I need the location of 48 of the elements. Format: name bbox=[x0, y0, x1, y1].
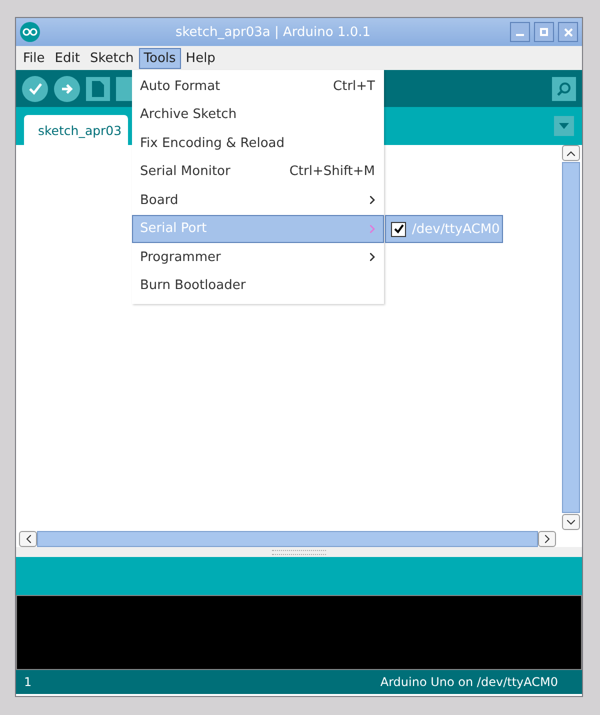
scroll-down-button[interactable] bbox=[562, 514, 580, 530]
sketch-tab[interactable]: sketch_apr03 bbox=[24, 115, 128, 145]
chevron-up-icon bbox=[567, 150, 575, 156]
chevron-left-icon bbox=[26, 534, 30, 542]
window-title: sketch_apr03a | Arduino 1.0.1 bbox=[174, 24, 372, 40]
splitter-grip[interactable] bbox=[272, 550, 326, 554]
menu-entry[interactable]: Board bbox=[132, 186, 384, 214]
verify-button[interactable] bbox=[22, 76, 48, 102]
chevron-right-icon bbox=[370, 224, 375, 233]
board-status: Arduino Uno on /dev/ttyACM0 bbox=[380, 675, 558, 689]
chevron-down-icon bbox=[567, 520, 575, 524]
maximize-icon bbox=[540, 28, 548, 36]
tab-menu-button[interactable] bbox=[554, 116, 574, 136]
menu-item[interactable]: Sketch bbox=[84, 48, 139, 68]
shortcut-label: Ctrl+Shift+M bbox=[289, 164, 375, 180]
menu-item[interactable]: File bbox=[18, 48, 50, 68]
menu-item[interactable]: Help bbox=[180, 48, 220, 68]
menu-entry[interactable]: Burn Bootloader bbox=[132, 272, 384, 300]
magnifier-icon bbox=[556, 80, 572, 96]
maximize-button[interactable] bbox=[534, 22, 554, 42]
caret-down-icon bbox=[559, 123, 569, 129]
menu-entry[interactable]: Programmer bbox=[132, 243, 384, 272]
line-number: 1 bbox=[24, 675, 32, 689]
serial-monitor-button[interactable] bbox=[552, 76, 576, 100]
scroll-right-button[interactable] bbox=[538, 530, 556, 546]
menu-entry[interactable]: Archive Sketch bbox=[132, 100, 384, 129]
chevron-right-icon bbox=[370, 196, 375, 204]
upload-button[interactable] bbox=[54, 76, 80, 102]
scroll-left-button[interactable] bbox=[19, 530, 37, 546]
close-icon bbox=[564, 28, 572, 36]
new-button[interactable] bbox=[86, 76, 110, 100]
menu-item[interactable]: Edit bbox=[50, 48, 85, 68]
app-logo-icon bbox=[20, 22, 40, 42]
arrow-right-icon bbox=[60, 82, 74, 96]
menu-entry[interactable]: Serial Monitor Ctrl+Shift+M bbox=[132, 158, 384, 186]
document-icon bbox=[92, 80, 104, 96]
checkbox[interactable] bbox=[391, 222, 406, 236]
menu-entry[interactable]: Fix Encoding & Reload bbox=[132, 129, 384, 158]
chevron-right-icon bbox=[370, 253, 375, 262]
checkmark-icon bbox=[394, 224, 404, 234]
checkmark-icon bbox=[28, 82, 42, 96]
minimize-button[interactable] bbox=[510, 22, 530, 42]
port-label: /dev/ttyACM0 bbox=[412, 222, 500, 236]
close-button[interactable] bbox=[558, 22, 578, 42]
chevron-right-icon bbox=[544, 534, 550, 542]
shortcut-label: Ctrl+T bbox=[333, 78, 375, 94]
menu-item[interactable]: Tools bbox=[138, 48, 181, 68]
scroll-up-button[interactable] bbox=[562, 145, 580, 161]
